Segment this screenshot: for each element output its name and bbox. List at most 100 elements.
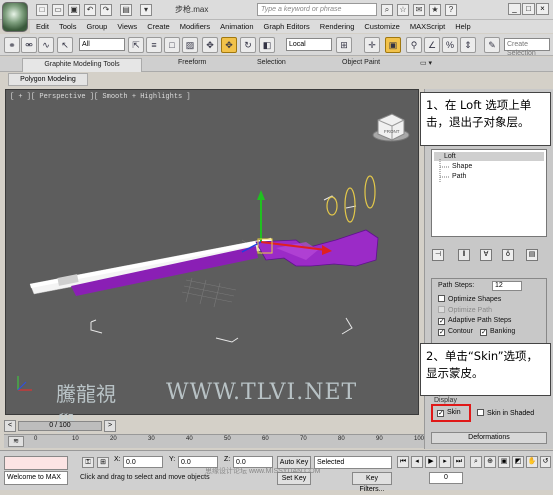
- select-object-icon[interactable]: ⇱: [128, 37, 144, 53]
- communication-icon[interactable]: ✉: [413, 4, 425, 16]
- menu-group[interactable]: Group: [80, 20, 111, 31]
- create-selection-set-input[interactable]: Create Selection: [504, 38, 550, 57]
- menu-views[interactable]: Views: [111, 20, 141, 31]
- maxscript-welcome[interactable]: Welcome to MAX: [4, 471, 68, 485]
- prev-frame-icon[interactable]: <: [4, 420, 16, 432]
- menu-animation[interactable]: Animation: [214, 20, 257, 31]
- go-to-end-icon[interactable]: ⏭: [453, 456, 465, 468]
- field-of-view-icon[interactable]: ◩: [512, 456, 524, 468]
- edit-named-selection-icon[interactable]: ✎: [484, 37, 500, 53]
- skin-in-shaded-checkbox[interactable]: [477, 409, 484, 416]
- adaptive-path-steps-row[interactable]: ✓ Adaptive Path Steps: [438, 317, 511, 325]
- dropdown-icon[interactable]: ▾: [140, 4, 152, 16]
- keyboard-shortcut-override-icon[interactable]: ▣: [385, 37, 401, 53]
- next-key-icon[interactable]: ▸: [439, 456, 451, 468]
- deformations-rollout-button[interactable]: Deformations: [431, 432, 547, 444]
- manipulate-icon[interactable]: ✛: [364, 37, 380, 53]
- select-and-scale-icon[interactable]: ◧: [259, 37, 275, 53]
- menu-create[interactable]: Create: [141, 20, 174, 31]
- redo-icon[interactable]: ↷: [100, 4, 112, 16]
- project-folder-icon[interactable]: ▤: [120, 4, 132, 16]
- search-input[interactable]: Type a keyword or phrase: [257, 3, 377, 16]
- pivot-center-icon[interactable]: ⊞: [336, 37, 352, 53]
- path-steps-input[interactable]: 12: [492, 281, 522, 291]
- menu-rendering[interactable]: Rendering: [314, 20, 359, 31]
- zoom-extents-icon[interactable]: ▣: [498, 456, 510, 468]
- configure-modifier-sets-icon[interactable]: ▤: [526, 249, 538, 261]
- orbit-icon[interactable]: ↺: [540, 456, 551, 468]
- spinner-snap-icon[interactable]: ⇕: [460, 37, 476, 53]
- banking-checkbox[interactable]: ✓: [480, 329, 487, 336]
- bind-spacewarp-icon[interactable]: ∿: [38, 37, 54, 53]
- previous-key-icon[interactable]: ◂: [411, 456, 423, 468]
- menu-help[interactable]: Help: [449, 20, 474, 31]
- skin-option[interactable]: ✓ Skin: [437, 409, 461, 417]
- optimize-shapes-row[interactable]: Optimize Shapes: [438, 295, 501, 303]
- select-by-name-icon[interactable]: ≡: [146, 37, 162, 53]
- current-frame-input[interactable]: 0: [429, 472, 463, 484]
- lock-selection-icon[interactable]: ⚿: [82, 457, 94, 468]
- show-end-result-icon[interactable]: ‖: [458, 249, 470, 261]
- skin-checkbox[interactable]: ✓: [437, 410, 444, 417]
- maxscript-listener-input[interactable]: [4, 456, 68, 470]
- mini-curve-editor-icon[interactable]: ≋: [8, 436, 24, 447]
- app-logo-icon[interactable]: [2, 2, 28, 32]
- tab-freeform[interactable]: Freeform: [178, 59, 206, 66]
- pin-stack-icon[interactable]: ⊣: [432, 249, 444, 261]
- selection-filter-select[interactable]: All: [79, 38, 125, 51]
- window-crossing-icon[interactable]: ▨: [182, 37, 198, 53]
- new-file-icon[interactable]: □: [36, 4, 48, 16]
- undo-icon[interactable]: ↶: [84, 4, 96, 16]
- time-slider[interactable]: < 0 / 100 >: [4, 419, 416, 433]
- reference-coord-select[interactable]: Local: [286, 38, 332, 51]
- open-file-icon[interactable]: ▭: [52, 4, 64, 16]
- menu-customize[interactable]: Customize: [358, 20, 403, 31]
- contour-checkbox[interactable]: ✓: [438, 329, 445, 336]
- banking-row[interactable]: ✓ Banking: [480, 328, 515, 336]
- unlink-icon[interactable]: ⚮: [21, 37, 37, 53]
- search-icon[interactable]: ⌕: [381, 4, 393, 16]
- menu-tools[interactable]: Tools: [53, 20, 81, 31]
- snaps-toggle-icon[interactable]: ⚲: [406, 37, 422, 53]
- perspective-viewport[interactable]: [ + ][ Perspective ][ Smooth + Highlight…: [5, 89, 419, 415]
- track-bar[interactable]: ≋ 0 10 20 30 40 50 60 70 80 90 100: [4, 434, 424, 448]
- skin-in-shaded-option[interactable]: Skin in Shaded: [477, 409, 534, 417]
- zoom-icon[interactable]: ⌕: [470, 456, 482, 468]
- select-icon[interactable]: ↖: [57, 37, 73, 53]
- select-and-move-icon[interactable]: ✥: [202, 37, 218, 53]
- remove-modifier-icon[interactable]: ŏ: [502, 249, 514, 261]
- menu-graph-editors[interactable]: Graph Editors: [258, 20, 314, 31]
- make-unique-icon[interactable]: ∀: [480, 249, 492, 261]
- tab-selection[interactable]: Selection: [257, 59, 286, 66]
- tab-object-paint[interactable]: Object Paint: [342, 59, 380, 66]
- rectangular-selection-icon[interactable]: □: [164, 37, 180, 53]
- close-icon[interactable]: ×: [536, 3, 549, 15]
- optimize-shapes-checkbox[interactable]: [438, 295, 445, 302]
- menu-maxscript[interactable]: MAXScript: [404, 20, 449, 31]
- tab-polygon-modeling[interactable]: Polygon Modeling: [8, 73, 88, 86]
- absolute-mode-icon[interactable]: ⊞: [97, 457, 109, 468]
- menu-edit[interactable]: Edit: [30, 20, 53, 31]
- help-icon[interactable]: ?: [445, 4, 457, 16]
- x-coord-input[interactable]: 0.0: [123, 456, 163, 468]
- select-and-rotate-icon[interactable]: ↻: [240, 37, 256, 53]
- pan-icon[interactable]: ✋: [526, 456, 538, 468]
- select-and-move-active-icon[interactable]: ✥: [221, 37, 237, 53]
- ribbon-options-icon[interactable]: ▭ ▾: [420, 59, 432, 67]
- play-icon[interactable]: ▶: [425, 456, 437, 468]
- minimize-icon[interactable]: _: [508, 3, 521, 15]
- time-slider-thumb[interactable]: 0 / 100: [18, 421, 102, 431]
- zoom-all-icon[interactable]: ⊕: [484, 456, 496, 468]
- adaptive-path-steps-checkbox[interactable]: ✓: [438, 318, 445, 325]
- select-link-icon[interactable]: ⚭: [4, 37, 20, 53]
- menu-modifiers[interactable]: Modifiers: [174, 20, 214, 31]
- key-filters-button[interactable]: Key Filters...: [352, 472, 392, 493]
- percent-snap-icon[interactable]: %: [442, 37, 458, 53]
- modifier-stack[interactable]: Loft Shape Path: [431, 149, 547, 237]
- go-to-start-icon[interactable]: ⏮: [397, 456, 409, 468]
- maximize-icon[interactable]: □: [522, 3, 535, 15]
- tab-graphite-modeling-tools[interactable]: Graphite Modeling Tools: [22, 58, 142, 72]
- key-selection-select[interactable]: Selected: [314, 456, 392, 469]
- contour-row[interactable]: ✓ Contour: [438, 328, 473, 336]
- favorites-icon[interactable]: ★: [429, 4, 441, 16]
